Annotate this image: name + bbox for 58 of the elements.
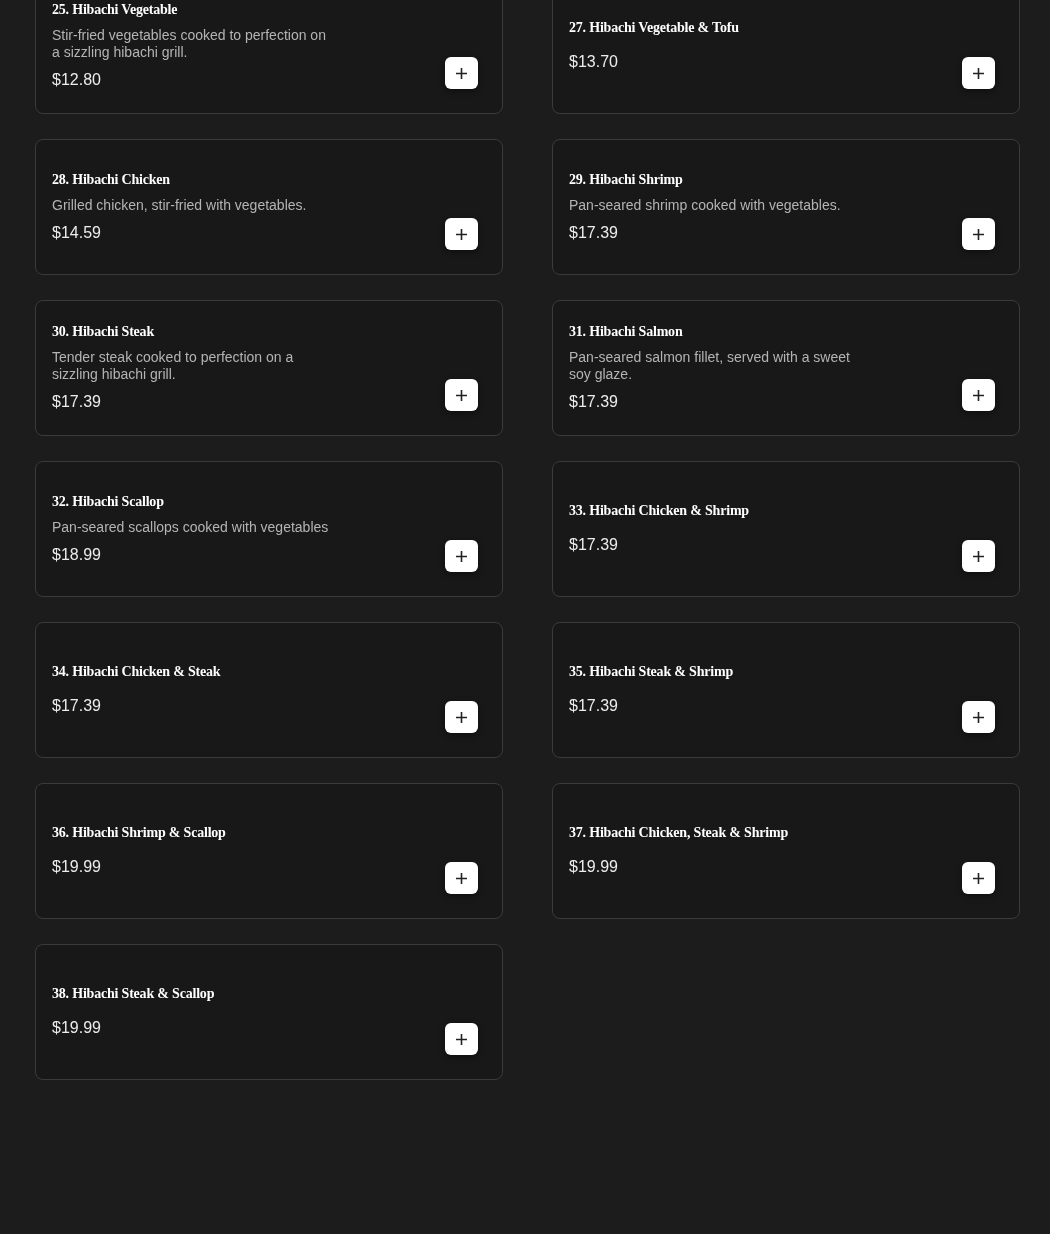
add-button[interactable] bbox=[962, 540, 995, 572]
plus-icon bbox=[456, 711, 467, 723]
item-price: $14.59 bbox=[52, 222, 101, 243]
item-description: Pan-seared scallops cooked with vegetables bbox=[52, 518, 329, 536]
item-price: $17.39 bbox=[569, 535, 618, 555]
plus-icon bbox=[456, 389, 467, 401]
item-price: $18.99 bbox=[52, 544, 101, 565]
item-title: 25. Hibachi Vegetable bbox=[52, 1, 178, 19]
item-description: Stir-fried vegetables cooked to perfection on a sizzling hibachi grill. bbox=[52, 27, 327, 61]
add-button[interactable] bbox=[962, 701, 995, 733]
add-button[interactable] bbox=[445, 701, 478, 733]
plus-icon bbox=[456, 550, 467, 562]
item-title: 35. Hibachi Steak & Shrimp bbox=[569, 663, 733, 681]
item-title: 38. Hibachi Steak & Scallop bbox=[52, 985, 215, 1003]
item-title: 36. Hibachi Shrimp & Scallop bbox=[52, 824, 226, 842]
plus-icon bbox=[456, 228, 467, 240]
item-title: 37. Hibachi Chicken, Steak & Shrimp bbox=[569, 824, 788, 842]
add-button[interactable] bbox=[445, 862, 478, 894]
item-title: 32. Hibachi Scallop bbox=[52, 492, 164, 511]
add-button[interactable] bbox=[445, 218, 478, 250]
add-button[interactable] bbox=[962, 218, 995, 250]
plus-icon bbox=[973, 67, 984, 79]
add-button[interactable] bbox=[962, 862, 995, 894]
plus-icon bbox=[973, 389, 984, 401]
item-price: $13.70 bbox=[569, 52, 618, 72]
plus-icon bbox=[973, 228, 984, 240]
add-button[interactable] bbox=[445, 57, 478, 89]
item-title: 27. Hibachi Vegetable & Tofu bbox=[569, 19, 739, 37]
plus-icon bbox=[456, 1033, 467, 1045]
plus-icon bbox=[973, 872, 984, 884]
plus-icon bbox=[456, 67, 467, 79]
item-title: 31. Hibachi Salmon bbox=[569, 323, 683, 341]
add-button[interactable] bbox=[445, 1023, 478, 1055]
item-title: 34. Hibachi Chicken & Steak bbox=[52, 663, 221, 681]
add-button[interactable] bbox=[445, 379, 478, 411]
plus-icon bbox=[973, 711, 984, 723]
item-price: $12.80 bbox=[52, 70, 101, 90]
add-button[interactable] bbox=[445, 540, 478, 572]
item-price: $19.99 bbox=[569, 857, 618, 877]
item-title: 29. Hibachi Shrimp bbox=[569, 170, 683, 189]
item-price: $17.39 bbox=[52, 696, 101, 716]
item-price: $17.39 bbox=[52, 392, 101, 412]
item-price: $17.39 bbox=[569, 222, 618, 243]
item-description: Pan-seared shrimp cooked with vegetables. bbox=[569, 196, 841, 214]
plus-icon bbox=[456, 872, 467, 884]
item-title: 30. Hibachi Steak bbox=[52, 323, 154, 341]
item-price: $17.39 bbox=[569, 696, 618, 716]
item-description: Grilled chicken, stir-fried with vegetables. bbox=[52, 196, 307, 214]
add-button[interactable] bbox=[962, 57, 995, 89]
item-title: 28. Hibachi Chicken bbox=[52, 170, 170, 189]
plus-icon bbox=[973, 550, 984, 562]
item-title: 33. Hibachi Chicken & Shrimp bbox=[569, 502, 749, 520]
item-price: $17.39 bbox=[569, 392, 618, 412]
item-price: $19.99 bbox=[52, 857, 101, 877]
item-price: $19.99 bbox=[52, 1018, 101, 1038]
item-description: Tender steak cooked to perfection on a sizzling hibachi grill. bbox=[52, 349, 295, 383]
add-button[interactable] bbox=[962, 379, 995, 411]
item-description: Pan-seared salmon fillet, served with a sweet soy glaze. bbox=[569, 349, 851, 383]
